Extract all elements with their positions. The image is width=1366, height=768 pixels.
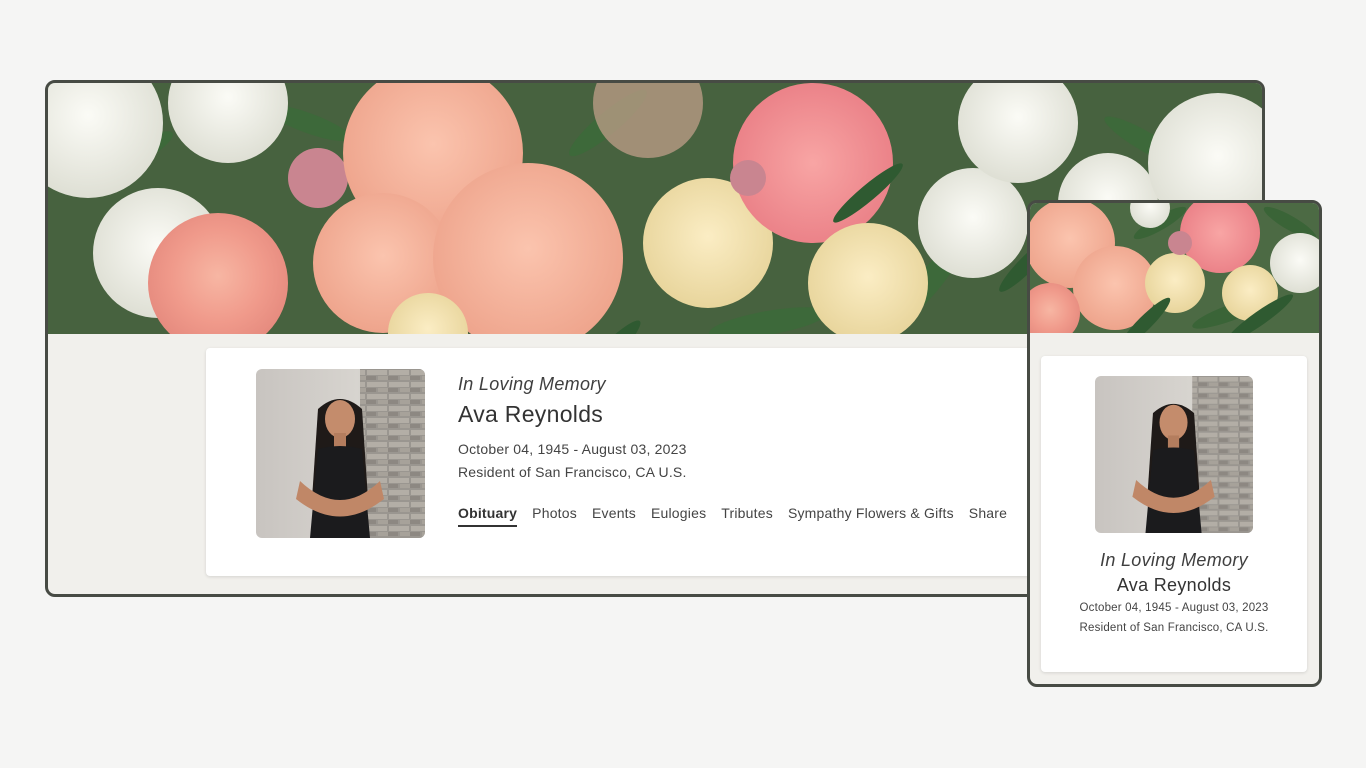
mobile-floral-banner <box>1030 203 1319 333</box>
tab-tributes[interactable]: Tributes <box>721 505 773 527</box>
tab-events[interactable]: Events <box>592 505 636 527</box>
life-dates: October 04, 1945 - August 03, 2023 <box>458 441 687 457</box>
mobile-life-dates: October 04, 1945 - August 03, 2023 <box>1079 602 1269 614</box>
mobile-deceased-name: Ava Reynolds <box>1116 575 1232 595</box>
mobile-portrait-photo <box>1095 376 1253 533</box>
tab-share[interactable]: Share <box>969 505 1007 527</box>
tab-sympathy-flowers-gifts[interactable]: Sympathy Flowers & Gifts <box>788 505 954 527</box>
residence: Resident of San Francisco, CA U.S. <box>458 464 687 480</box>
tab-eulogies[interactable]: Eulogies <box>651 505 706 527</box>
mobile-preview: In Loving Memory Ava Reynolds October 04… <box>1027 200 1322 687</box>
tab-photos[interactable]: Photos <box>532 505 577 527</box>
mobile-memorial-card: In Loving Memory Ava Reynolds October 04… <box>1041 356 1307 672</box>
memorial-tabs: Obituary Photos Events Eulogies Tributes… <box>458 505 1007 527</box>
tab-obituary[interactable]: Obituary <box>458 505 518 527</box>
mobile-residence: Resident of San Francisco, CA U.S. <box>1079 622 1269 634</box>
memorial-card: In Loving Memory Ava Reynolds October 04… <box>206 348 1046 576</box>
deceased-name: Ava Reynolds <box>458 401 604 427</box>
portrait-photo <box>256 369 425 538</box>
mobile-in-loving-memory-label: In Loving Memory <box>1100 550 1248 570</box>
in-loving-memory-label: In Loving Memory <box>458 374 606 394</box>
